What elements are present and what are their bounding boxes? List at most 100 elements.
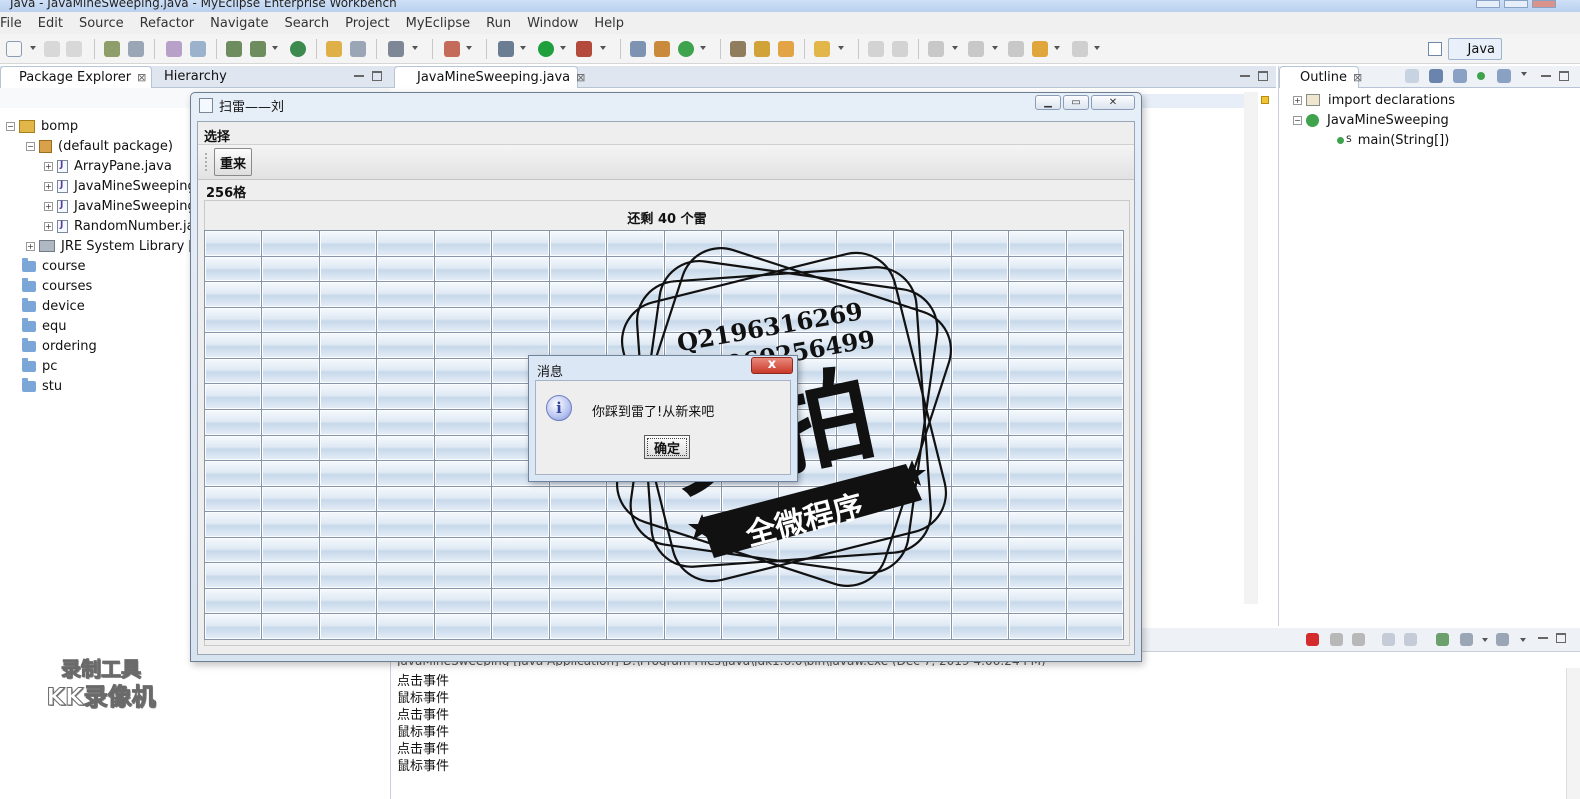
new-dropdown-icon[interactable] [30,46,36,50]
grid-cell-button[interactable] [492,486,549,512]
view-menu-icon[interactable] [1521,72,1527,76]
last-edit-icon[interactable] [1008,41,1024,57]
tree-item-folder[interactable]: stu [22,376,62,396]
grid-cell-button[interactable] [377,282,434,307]
grid-cell-button[interactable] [1066,486,1123,512]
menu-search[interactable]: Search [276,16,337,31]
forward-arrow-icon[interactable] [1072,41,1088,57]
browser-icon[interactable] [190,41,206,57]
grid-cell-button[interactable] [434,231,492,256]
grid-cell-button[interactable] [377,307,434,333]
menu-window[interactable]: Window [519,16,586,31]
outline-item-method[interactable]: Smain(String[]) [1337,130,1449,150]
grid-cell-button[interactable] [1066,333,1123,358]
tree-item-folder[interactable]: device [22,296,85,316]
tree-item-file[interactable]: + ArrayPane.java [44,156,172,176]
tree-item-file[interactable]: + JavaMineSweeping [44,196,196,216]
tree-item-bomp[interactable]: − bomp [6,116,78,136]
grid-cell-button[interactable] [377,537,434,563]
grid-cell-button[interactable] [1066,282,1123,307]
grid-cell-button[interactable] [262,282,319,307]
search-icon[interactable] [754,41,770,57]
grid-cell-button[interactable] [262,231,319,256]
collapse-icon[interactable]: − [1293,115,1302,125]
open-folder-icon[interactable] [778,41,794,57]
open-perspective-icon[interactable] [1428,42,1442,56]
maximize-view-icon[interactable] [1556,633,1566,643]
globe-icon[interactable] [290,41,306,57]
grid-cell-button[interactable] [205,486,262,512]
grid-cell-button[interactable] [319,384,377,409]
hide-static-icon[interactable] [1453,69,1467,83]
menu-myeclipse[interactable]: MyEclipse [398,16,479,31]
grid-cell-button[interactable] [262,307,319,333]
sort-icon[interactable] [1405,69,1419,83]
grid-cell-button[interactable] [1066,588,1123,614]
menu-run[interactable]: Run [478,16,519,31]
minimize-window-button[interactable] [1476,0,1500,8]
grid-cell-button[interactable] [1066,358,1123,384]
grid-cell-button[interactable] [434,333,492,358]
grid-cell-button[interactable] [1009,435,1066,461]
grid-cell-button[interactable] [1066,563,1123,588]
grid-cell-button[interactable] [1009,384,1066,409]
minimize-view-icon[interactable] [354,71,364,77]
expand-icon[interactable]: + [44,161,53,171]
grid-cell-button[interactable] [377,486,434,512]
grid-cell-button[interactable] [1009,409,1066,435]
grid-cell-button[interactable] [1009,333,1066,358]
grid-cell-button[interactable] [434,282,492,307]
grid-cell-button[interactable] [377,563,434,588]
grid-cell-button[interactable] [492,282,549,307]
grid-cell-button[interactable] [205,512,262,537]
grid-cell-button[interactable] [1066,435,1123,461]
close-button[interactable]: ✕ [1091,95,1135,110]
grid-cell-button[interactable] [434,307,492,333]
clear-console-icon[interactable] [1382,633,1395,646]
grid-cell-button[interactable] [607,614,664,639]
hide-local-types-icon[interactable] [1497,69,1511,83]
grid-cell-button[interactable] [262,563,319,588]
grid-cell-button[interactable] [434,358,492,384]
grid-cell-button[interactable] [262,614,319,639]
close-window-button[interactable] [1532,0,1556,8]
tab-outline[interactable]: Outline ⊠ [1279,66,1362,88]
close-icon[interactable]: ⊠ [137,71,146,84]
grid-cell-button[interactable] [1066,537,1123,563]
grid-cell-button[interactable] [434,588,492,614]
grid-cell-button[interactable] [319,282,377,307]
scroll-lock-icon[interactable] [1404,633,1417,646]
grid-cell-button[interactable] [1009,256,1066,282]
grid-cell-button[interactable] [205,435,262,461]
minimize-button[interactable]: ▁ [1035,95,1061,110]
next-annotation-icon[interactable] [928,41,944,57]
grid-cell-button[interactable] [434,537,492,563]
grid-cell-button[interactable] [205,333,262,358]
grid-cell-button[interactable] [377,409,434,435]
grid-cell-button[interactable] [319,461,377,486]
grid-cell-button[interactable] [377,256,434,282]
grid-cell-button[interactable] [262,461,319,486]
grid-cell-button[interactable] [1009,563,1066,588]
server-icon[interactable] [166,41,182,57]
run-external-icon[interactable] [576,41,592,57]
grid-cell-button[interactable] [721,614,779,639]
dialog-close-button[interactable]: x [751,357,793,374]
grid-cell-button[interactable] [779,614,836,639]
grid-cell-button[interactable] [836,614,894,639]
grid-cell-button[interactable] [549,614,607,639]
collapse-icon[interactable]: − [26,141,35,151]
back-arrow-icon[interactable] [1032,41,1048,57]
collapse-icon[interactable]: − [6,121,15,131]
tree-item-default-package[interactable]: − (default package) [26,136,173,156]
grid-cell-button[interactable] [319,307,377,333]
grid-cell-button[interactable] [1066,256,1123,282]
grid-cell-button[interactable] [1009,537,1066,563]
grid-cell-button[interactable] [262,409,319,435]
console-scrollbar[interactable] [1566,668,1580,799]
maximize-button[interactable]: ▭ [1063,95,1089,110]
tab-package-explorer[interactable]: Package Explorer ⊠ [0,66,152,88]
grid-cell-button[interactable] [205,231,262,256]
grid-cell-button[interactable] [205,588,262,614]
grid-cell-button[interactable] [1066,512,1123,537]
